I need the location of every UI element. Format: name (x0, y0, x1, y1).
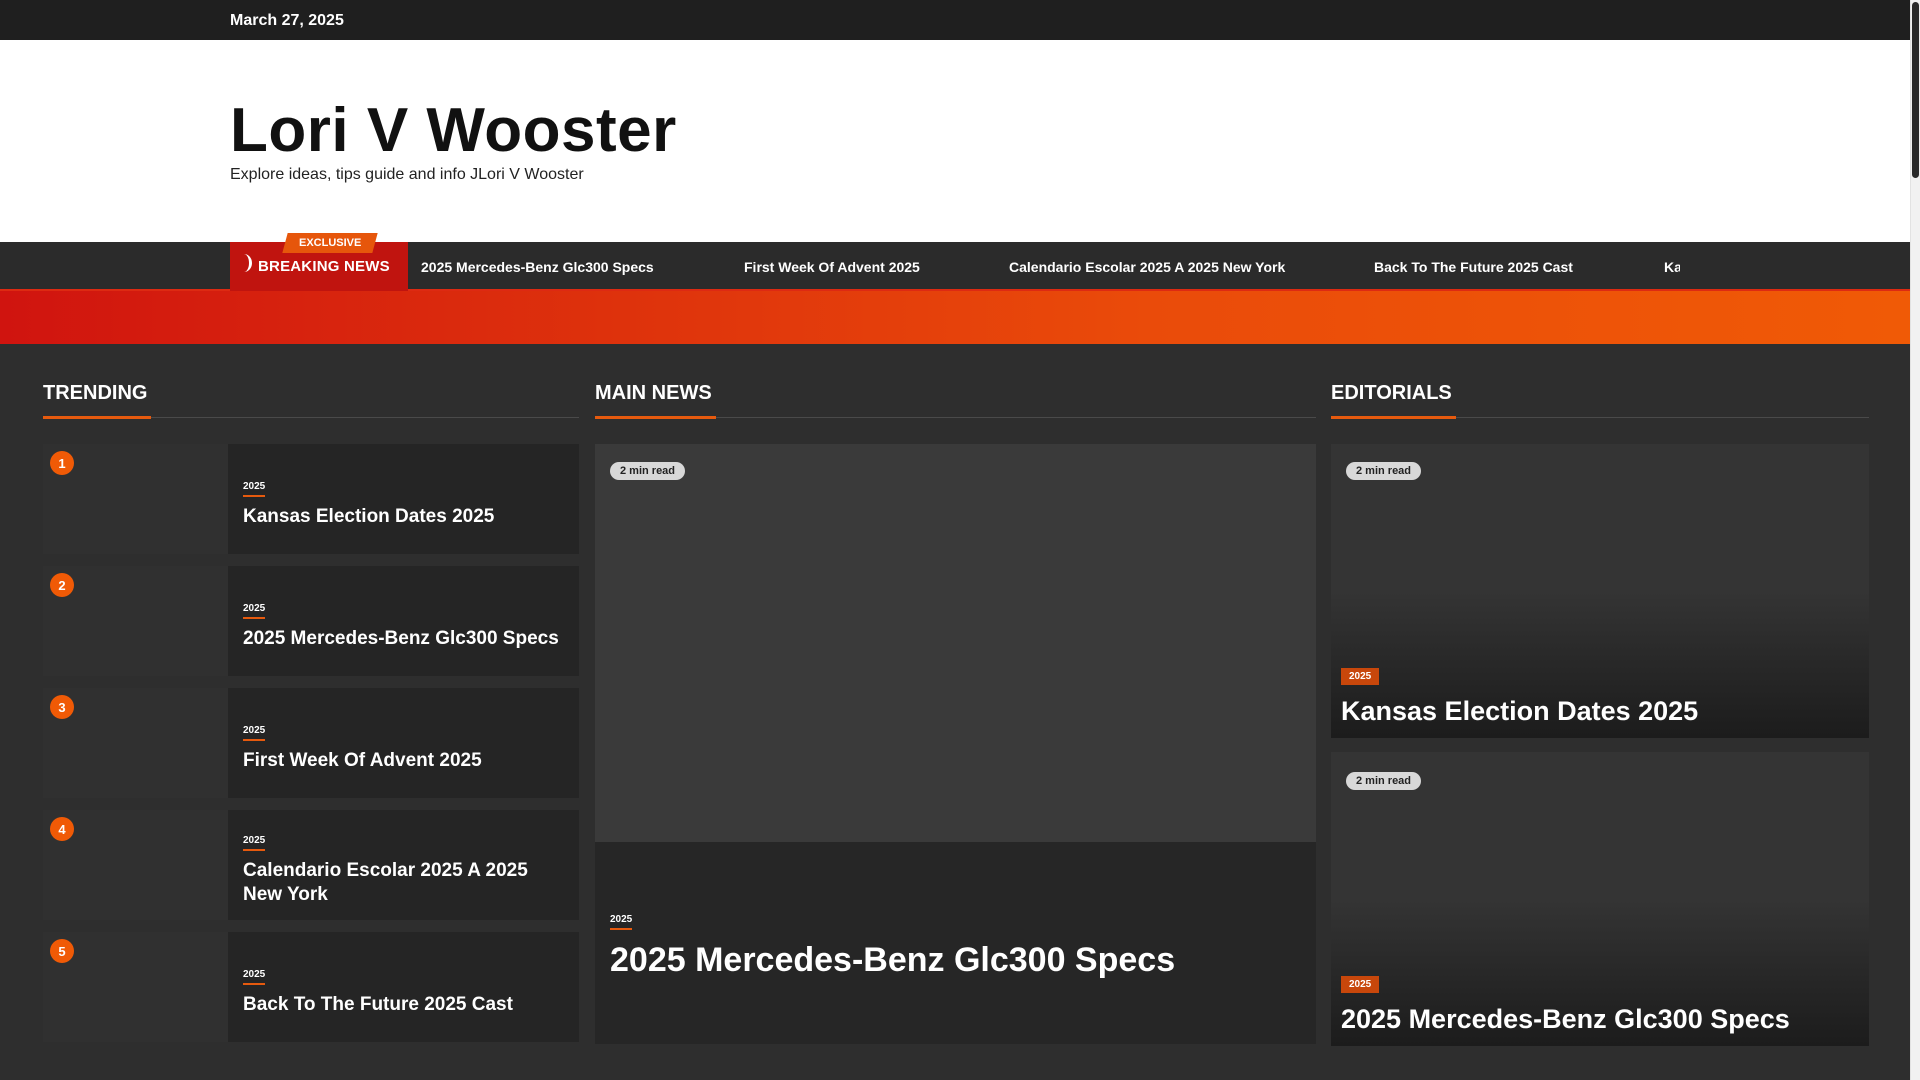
current-date: March 27, 2025 (230, 12, 344, 29)
category-tag[interactable]: 2025 (243, 603, 266, 619)
section-title-trending: TRENDING (43, 382, 148, 404)
trending-title[interactable]: Calendario Escolar 2025 A 2025 New York (243, 859, 569, 907)
scrollbar[interactable] (1910, 0, 1920, 1080)
trending-thumbnail[interactable]: 3 (43, 688, 228, 798)
trending-thumbnail[interactable]: 4 (43, 810, 228, 920)
trending-item[interactable]: 4 2025 Calendario Escolar 2025 A 2025 Ne… (43, 810, 579, 920)
trending-title[interactable]: Back To The Future 2025 Cast (243, 993, 569, 1017)
accent-band (0, 291, 1910, 344)
category-tag[interactable]: 2025 (1341, 668, 1380, 685)
category-tag[interactable]: 2025 (1341, 976, 1380, 993)
trending-title[interactable]: First Week Of Advent 2025 (243, 749, 569, 773)
content-area: TRENDING 1 2025 Kansas Election Dates 20… (0, 344, 1910, 1080)
category-tag[interactable]: 2025 (243, 969, 266, 985)
ticker-item[interactable]: First Week Of Advent 2025 (744, 259, 920, 275)
read-time-badge: 2 min read (610, 462, 686, 480)
rank-badge: 5 (50, 939, 74, 963)
exclusive-tag: EXCLUSIVE (282, 233, 379, 253)
section-accent (1331, 416, 1456, 419)
section-accent (43, 416, 151, 419)
section-title-main-news: MAIN NEWS (595, 382, 712, 404)
spinner-icon (236, 254, 252, 272)
trending-thumbnail[interactable]: 2 (43, 566, 228, 676)
section-title-editorials: EDITORIALS (1331, 382, 1452, 404)
top-bar: March 27, 2025 (0, 0, 1910, 40)
editorial-title[interactable]: Kansas Election Dates 2025 (1341, 695, 1859, 727)
main-news-image[interactable] (595, 444, 1316, 842)
trending-item[interactable]: 3 2025 First Week Of Advent 2025 (43, 688, 579, 798)
ticker-item[interactable]: Calendario Escolar 2025 A 2025 New York (1009, 259, 1285, 275)
breaking-news-ticker: EXCLUSIVE BREAKING NEWS 2025 Mercedes-Be… (0, 233, 1910, 291)
category-tag[interactable]: 2025 (243, 481, 266, 497)
breaking-news-badge: EXCLUSIVE BREAKING NEWS (230, 233, 408, 291)
trending-item[interactable]: 1 2025 Kansas Election Dates 2025 (43, 444, 579, 554)
exclusive-label: EXCLUSIVE (299, 237, 362, 249)
scrollbar-thumb[interactable] (1912, 2, 1919, 178)
category-tag[interactable]: 2025 (610, 914, 633, 930)
rank-badge: 2 (50, 573, 74, 597)
editorial-title[interactable]: 2025 Mercedes-Benz Glc300 Specs (1341, 1003, 1859, 1035)
rank-badge: 3 (50, 695, 74, 719)
trending-title[interactable]: Kansas Election Dates 2025 (243, 505, 569, 529)
read-time-badge: 2 min read (1346, 772, 1422, 790)
editorial-card[interactable]: 2 min read 2025 Kansas Election Dates 20… (1331, 444, 1869, 738)
rank-badge: 4 (50, 817, 74, 841)
ticker-items: 2025 Mercedes-Benz Glc300 Specs First We… (408, 242, 1680, 291)
trending-item[interactable]: 5 2025 Back To The Future 2025 Cast (43, 932, 579, 1042)
breaking-news-label: BREAKING NEWS (258, 258, 390, 275)
ticker-item[interactable]: Back To The Future 2025 Cast (1374, 259, 1573, 275)
ticker-item[interactable]: Ka (1664, 259, 1680, 275)
site-header: Lori V Wooster Explore ideas, tips guide… (0, 40, 1910, 242)
trending-title[interactable]: 2025 Mercedes-Benz Glc300 Specs (243, 627, 569, 651)
main-news-card[interactable]: 2 min read 2025 2025 Mercedes-Benz Glc30… (595, 444, 1316, 1044)
ticker-item[interactable]: 2025 Mercedes-Benz Glc300 Specs (421, 259, 654, 275)
section-accent (595, 416, 716, 419)
trending-thumbnail[interactable]: 5 (43, 932, 228, 1042)
trending-item[interactable]: 2 2025 2025 Mercedes-Benz Glc300 Specs (43, 566, 579, 676)
site-description: Explore ideas, tips guide and info JLori… (230, 166, 584, 183)
read-time-badge: 2 min read (1346, 462, 1422, 480)
category-tag[interactable]: 2025 (243, 835, 266, 851)
editorial-card[interactable]: 2 min read 2025 2025 Mercedes-Benz Glc30… (1331, 752, 1869, 1046)
site-title[interactable]: Lori V Wooster (230, 95, 677, 166)
category-tag[interactable]: 2025 (243, 725, 266, 741)
main-news-title[interactable]: 2025 Mercedes-Benz Glc300 Specs (610, 940, 1301, 980)
rank-badge: 1 (50, 451, 74, 475)
trending-thumbnail[interactable]: 1 (43, 444, 228, 554)
